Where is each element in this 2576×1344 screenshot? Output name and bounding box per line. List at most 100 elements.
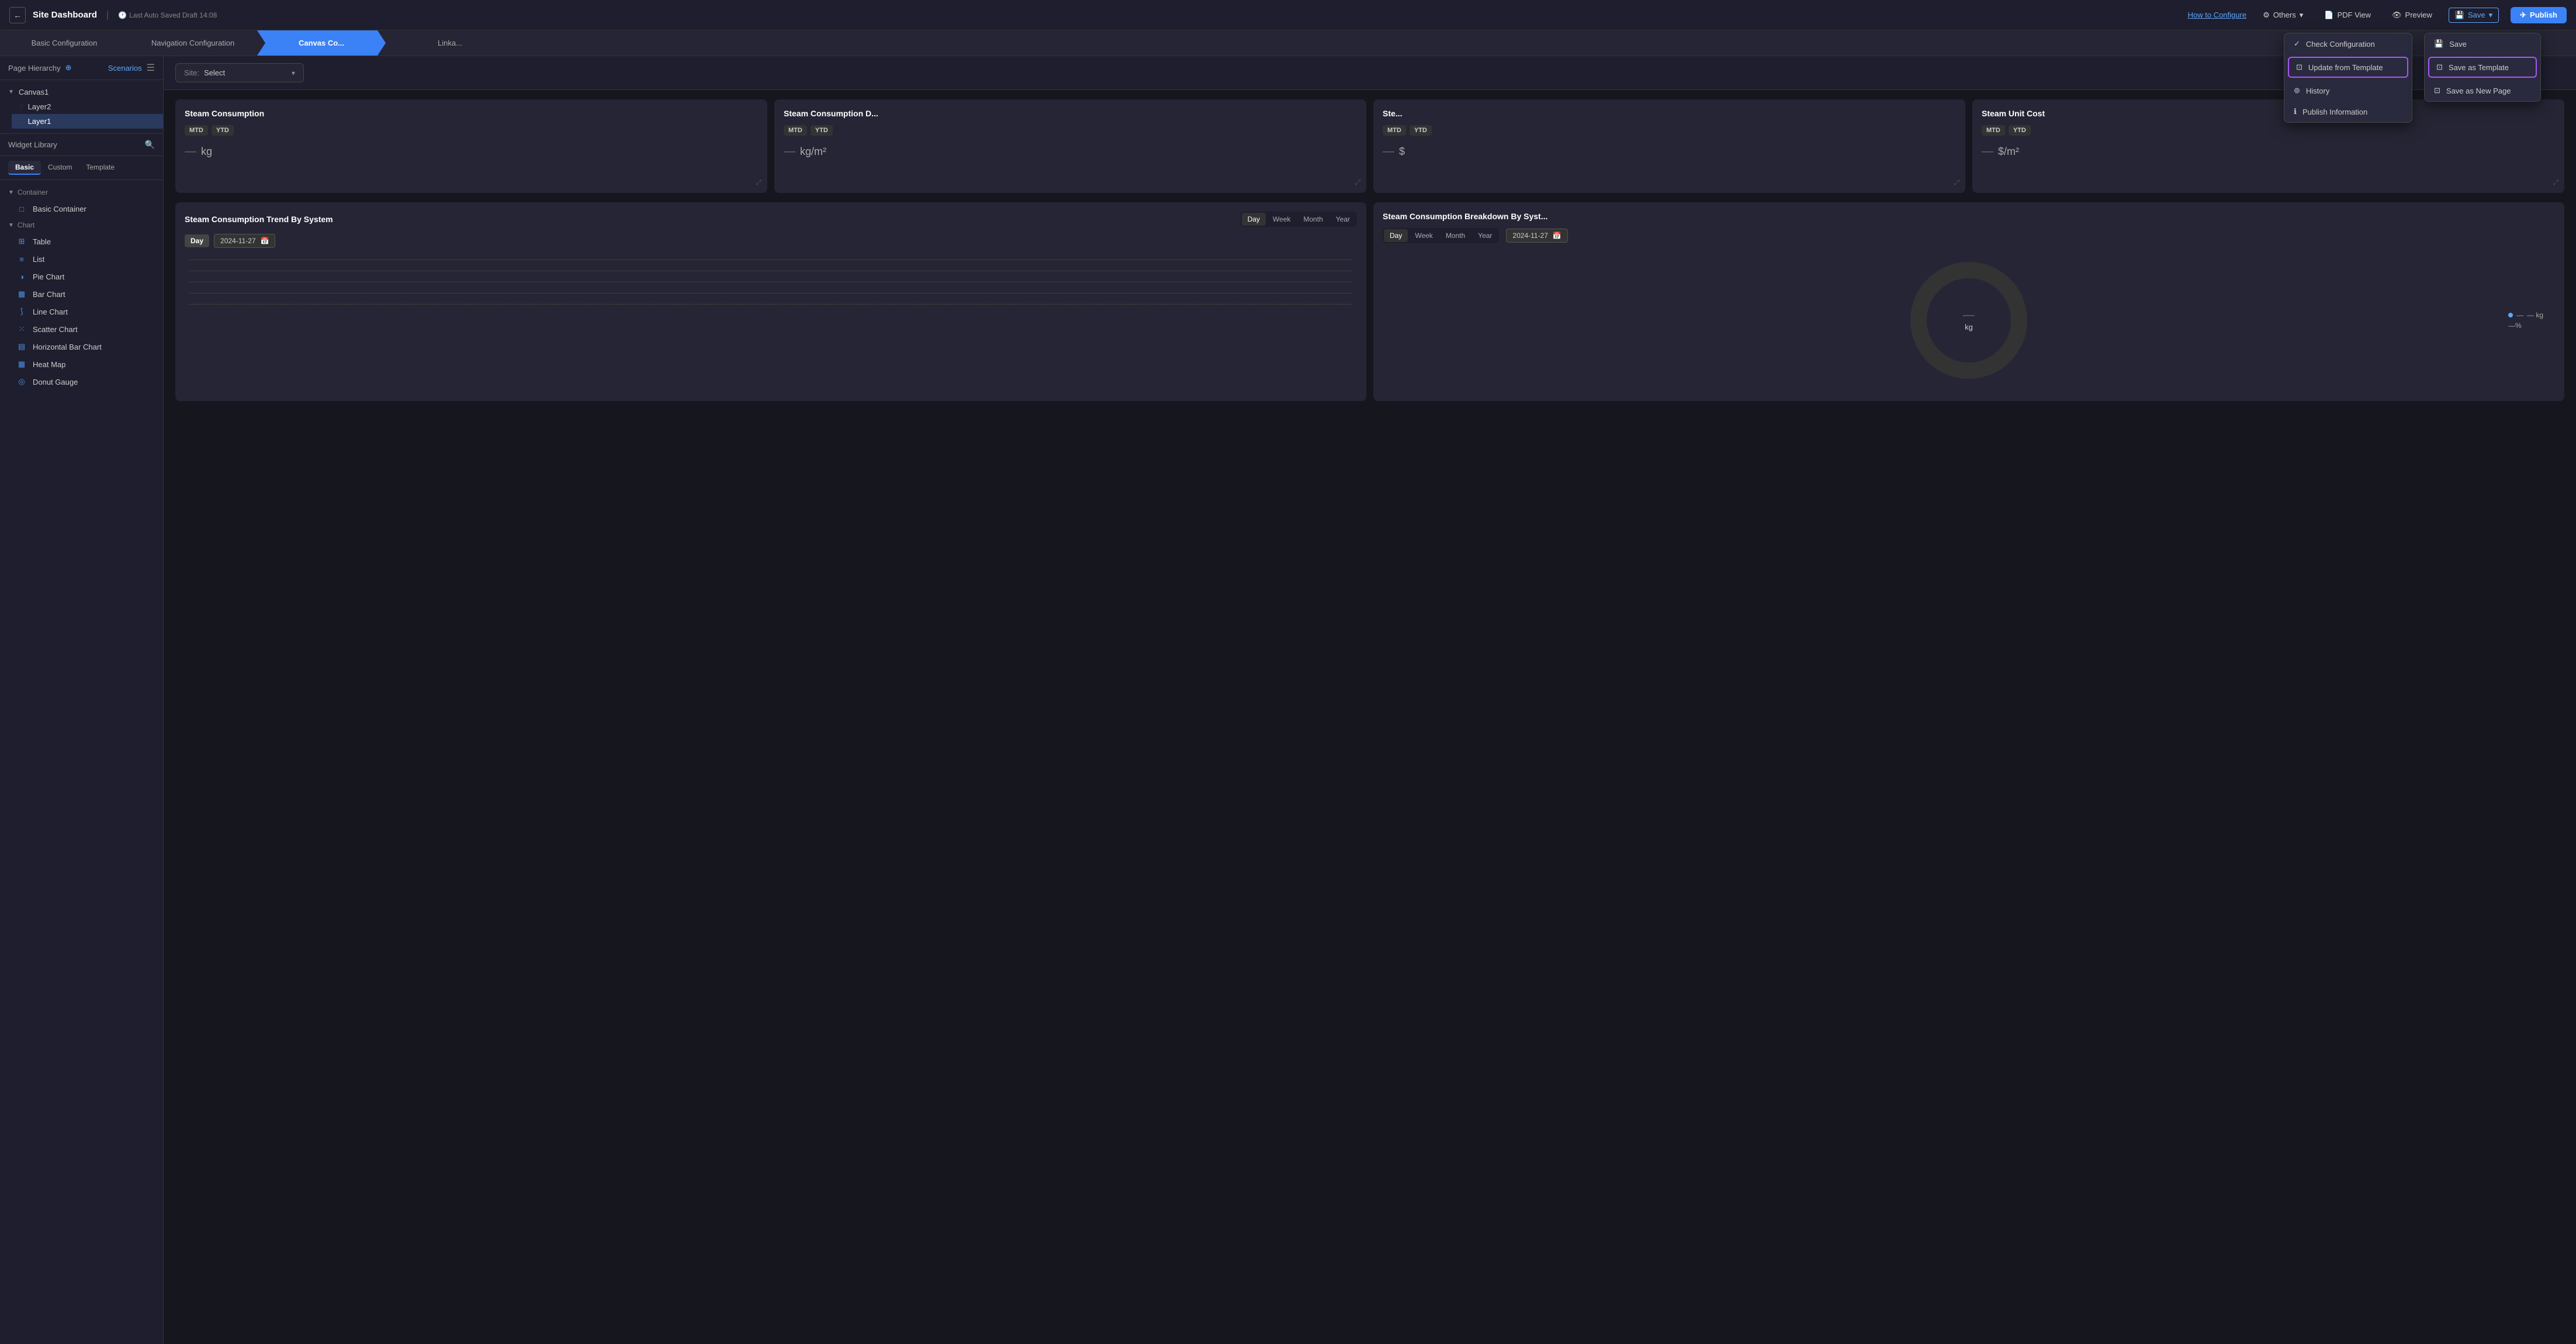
time-tab-month[interactable]: Month	[1440, 229, 1471, 242]
save-chevron-icon: ▾	[2489, 11, 2493, 20]
tree-item-layer2[interactable]: :: Layer2	[12, 99, 163, 114]
kpi-tag-mtd[interactable]: MTD	[1982, 125, 2005, 136]
drag-handle-icon: ::	[20, 103, 23, 110]
clock-icon: 🕐	[118, 11, 127, 19]
calendar-icon: 📅	[261, 237, 269, 245]
back-button[interactable]: ←	[9, 7, 26, 23]
scenarios-menu-icon[interactable]: ☰	[147, 62, 155, 74]
kpi-tag-ytd[interactable]: YTD	[2009, 125, 2031, 136]
date-input[interactable]: 2024-11-27 📅	[1506, 229, 1567, 243]
kpi-tag-mtd[interactable]: MTD	[185, 125, 208, 136]
dropdown-history[interactable]: ⊚ History	[2284, 80, 2412, 101]
widget-bar-chart[interactable]: ▦ Bar Chart	[0, 285, 163, 303]
tree-area: ▼ Canvas1 :: Layer2 :: Layer1	[0, 80, 163, 133]
kpi-tag-ytd[interactable]: YTD	[811, 125, 833, 136]
others-dropdown: ✓ Check Configuration ⊡ Update from Temp…	[2284, 33, 2412, 123]
donut-legend: — — kg —%	[2508, 311, 2543, 330]
widget-table[interactable]: ⊞ Table	[0, 233, 163, 250]
step-linkage[interactable]: Linka...	[386, 30, 514, 56]
top-bar: ← Site Dashboard | 🕐 Last Auto Saved Dra…	[0, 0, 2576, 30]
expand-icon: ⤢	[2553, 178, 2558, 187]
widget-horizontal-bar-chart[interactable]: ▤ Horizontal Bar Chart	[0, 338, 163, 355]
time-tab-year[interactable]: Year	[1330, 213, 1356, 226]
step-canvas-config[interactable]: Canvas Co...	[257, 30, 386, 56]
pdf-view-button[interactable]: 📄 PDF View	[2319, 8, 2376, 22]
step-basic-config[interactable]: Basic Configuration	[0, 30, 129, 56]
step-navigation-config[interactable]: Navigation Configuration	[129, 30, 257, 56]
search-icon[interactable]: 🔍	[145, 140, 155, 150]
time-tab-week[interactable]: Week	[1267, 213, 1296, 226]
tree-item-layer1[interactable]: :: Layer1	[12, 114, 163, 129]
auto-save-status: 🕐 Last Auto Saved Draft 14:08	[118, 11, 217, 19]
container-icon: □	[16, 203, 27, 214]
scatter-chart-icon: ⁙	[16, 324, 27, 334]
widget-pie-chart[interactable]: ◑ Pie Chart	[0, 268, 163, 285]
save-button[interactable]: 💾 Save ▾	[2449, 8, 2499, 23]
caret-icon: ▼	[8, 222, 14, 229]
kpi-tag-ytd[interactable]: YTD	[1410, 125, 1432, 136]
kpi-tag-mtd[interactable]: MTD	[784, 125, 807, 136]
widget-heat-map[interactable]: ▦ Heat Map	[0, 355, 163, 373]
horizontal-bar-chart-icon: ▤	[16, 341, 27, 352]
publish-button[interactable]: ✈ Publish	[2511, 7, 2567, 23]
new-page-icon: ⊡	[2434, 86, 2440, 95]
chart-line	[189, 304, 1352, 305]
pdf-icon: 📄	[2324, 11, 2333, 20]
widget-tabs: Basic Custom Template	[0, 156, 163, 180]
expand-icon: ⤢	[1355, 178, 1360, 187]
kpi-value: — kg	[185, 145, 758, 158]
caret-icon: ▼	[8, 89, 14, 95]
add-hierarchy-icon[interactable]: ⊕	[65, 63, 72, 72]
time-tab-day[interactable]: Day	[1242, 213, 1266, 226]
widget-line-chart[interactable]: ⟆ Line Chart	[0, 303, 163, 320]
tab-template[interactable]: Template	[79, 161, 122, 175]
save-dropdown-as-new-page[interactable]: ⊡ Save as New Page	[2425, 80, 2540, 101]
heat-map-icon: ▦	[16, 359, 27, 369]
site-select[interactable]: Site: Select ▾	[175, 63, 304, 82]
how-to-configure-link[interactable]: How to Configure	[2188, 11, 2246, 19]
pie-chart-icon: ◑	[16, 271, 27, 282]
time-tab-week[interactable]: Week	[1409, 229, 1438, 242]
main-layout: Page Hierarchy ⊕ Scenarios ☰ ▼ Canvas1 :…	[0, 56, 2576, 1344]
dropdown-update-from-template[interactable]: ⊡ Update from Template	[2288, 57, 2408, 78]
site-select-bar: Site: Select ▾	[164, 56, 2576, 90]
tree-item-canvas1[interactable]: ▼ Canvas1	[0, 85, 163, 99]
calendar-icon: 📅	[1553, 232, 1561, 240]
save-dropdown: 💾 Save ⊡ Save as Template ⊡ Save as New …	[2424, 33, 2541, 102]
scenarios-link[interactable]: Scenarios	[108, 64, 142, 72]
check-icon: ✓	[2294, 39, 2300, 49]
page-title: Site Dashboard	[33, 10, 97, 20]
date-tag[interactable]: Day	[185, 234, 209, 247]
kpi-tags: MTD YTD	[185, 125, 758, 136]
widget-list: ▼ Container □ Basic Container ▼ Chart ⊞ …	[0, 180, 163, 1344]
others-button[interactable]: ⚙ Others ▾	[2258, 8, 2308, 22]
date-input[interactable]: 2024-11-27 📅	[214, 234, 275, 248]
widget-scatter-chart[interactable]: ⁙ Scatter Chart	[0, 320, 163, 338]
section-chart: ▼ Chart	[0, 217, 163, 233]
history-icon: ⊚	[2294, 86, 2300, 95]
preview-button[interactable]: 👁 Preview	[2387, 8, 2437, 22]
site-select-label: Site:	[184, 68, 199, 77]
dropdown-check-configuration[interactable]: ✓ Check Configuration	[2284, 33, 2412, 54]
tab-basic[interactable]: Basic	[8, 161, 41, 175]
page-hierarchy-label: Page Hierarchy	[8, 64, 61, 72]
line-chart-icon: ⟆	[16, 306, 27, 317]
time-tab-day[interactable]: Day	[1384, 229, 1408, 242]
save-dropdown-as-template[interactable]: ⊡ Save as Template	[2428, 57, 2537, 78]
legend-dot	[2508, 313, 2513, 317]
dashboard-grid: Steam Consumption MTD YTD — kg ⤢ Steam C…	[164, 90, 2576, 410]
save-dropdown-save[interactable]: 💾 Save	[2425, 33, 2540, 54]
kpi-title: Ste...	[1383, 109, 1956, 118]
save-icon: 💾	[2434, 39, 2443, 49]
widget-basic-container[interactable]: □ Basic Container	[0, 200, 163, 217]
time-tab-month[interactable]: Month	[1297, 213, 1328, 226]
widget-list[interactable]: ≡ List	[0, 250, 163, 268]
tab-custom[interactable]: Custom	[41, 161, 79, 175]
caret-icon: ▼	[8, 189, 14, 196]
kpi-tag-ytd[interactable]: YTD	[212, 125, 234, 136]
dropdown-publish-information[interactable]: ℹ Publish Information	[2284, 101, 2412, 122]
kpi-tag-mtd[interactable]: MTD	[1383, 125, 1406, 136]
eye-icon: 👁	[2392, 11, 2402, 20]
widget-donut-gauge[interactable]: ◎ Donut Gauge	[0, 373, 163, 391]
time-tab-year[interactable]: Year	[1472, 229, 1498, 242]
